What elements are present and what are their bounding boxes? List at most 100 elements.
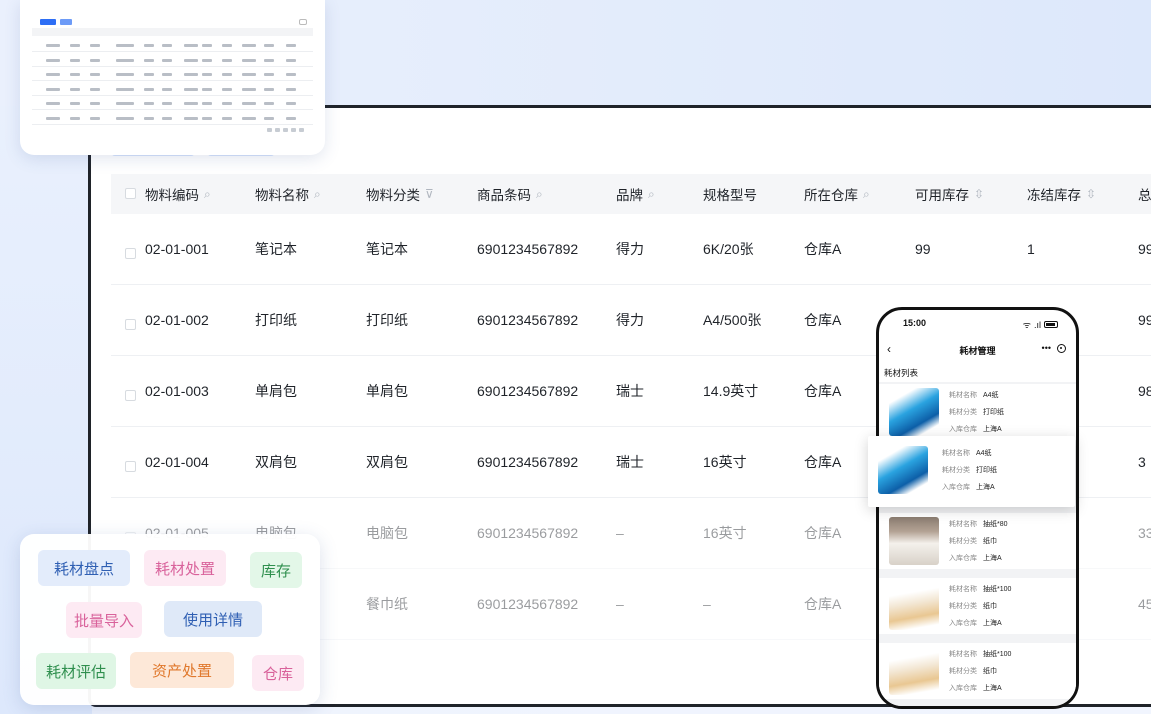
card-field-label: 耗材分类 <box>942 467 970 474</box>
cell-spec: 16英寸 <box>703 525 747 541</box>
cell-name: 打印纸 <box>255 312 297 328</box>
phone-list-title: 耗材列表 <box>884 368 919 378</box>
thumb-cell <box>144 102 154 105</box>
row-checkbox[interactable] <box>125 461 136 472</box>
column-header[interactable]: 物料编码 ⌕ <box>145 174 211 214</box>
battery-icon <box>1044 321 1058 328</box>
thumb-cell <box>286 58 296 62</box>
card-field: 耗材分类 打印纸 <box>949 407 1004 417</box>
thumb-cell <box>70 116 80 120</box>
card-field-value: 上海A <box>983 620 1002 627</box>
column-header[interactable]: 所在仓库 ⌕ <box>804 174 870 214</box>
feature-tag[interactable]: 耗材评估 <box>36 653 116 689</box>
feature-tag[interactable]: 资产处置 <box>130 652 234 688</box>
card-field-value: 纸巾 <box>983 668 997 675</box>
cell-available: 99 <box>915 241 931 257</box>
thumb-cell <box>116 44 134 47</box>
thumb-cell <box>264 73 274 76</box>
filter-icon[interactable]: ⊽ <box>425 187 434 201</box>
feature-tag[interactable]: 使用详情 <box>164 601 262 637</box>
more-icon[interactable]: ••• <box>1042 343 1051 353</box>
select-all-checkbox[interactable] <box>125 188 136 199</box>
column-header[interactable]: 冻结库存 ⇳ <box>1027 174 1096 214</box>
consumable-card[interactable]: 耗材名称 抽纸*80 耗材分类 纸巾 入库仓库 上海A <box>879 513 1076 569</box>
column-header[interactable]: 物料名称 ⌕ <box>255 174 321 214</box>
thumb-cell <box>202 87 212 91</box>
sort-icon[interactable]: ⇳ <box>1086 187 1096 201</box>
thumb-cell <box>222 73 232 76</box>
thumb-button-secondary <box>60 19 72 25</box>
feature-tags-panel: 耗材盘点 耗材处置 库存批量导入 使用详情耗材评估 资产处置 仓库 <box>20 534 320 705</box>
column-header-label: 物料名称 <box>255 188 309 203</box>
column-header[interactable]: 物料分类 ⊽ <box>366 174 434 214</box>
consumable-card[interactable]: 耗材名称 A4纸 耗材分类 打印纸 入库仓库 上海A <box>868 442 1075 500</box>
card-field-value: 纸巾 <box>983 538 997 545</box>
thumb-cell <box>184 44 198 47</box>
consumable-card[interactable]: 耗材名称 A4纸 耗材分类 打印纸 入库仓库 上海A <box>879 384 1076 440</box>
card-field-label: 耗材名称 <box>949 392 977 399</box>
close-target-icon[interactable] <box>1057 343 1066 353</box>
table-preview-thumbnail <box>20 0 325 155</box>
card-field: 耗材分类 打印纸 <box>942 465 997 475</box>
table-row[interactable]: 02-01-001 笔记本 笔记本 6901234567892 得力 6K/20张 仓库A 9… <box>111 214 1151 285</box>
search-icon[interactable]: ⌕ <box>204 187 211 202</box>
feature-tag[interactable]: 仓库 <box>252 655 304 691</box>
card-field-value: 抽纸*80 <box>983 521 1008 528</box>
card-field-label: 耗材分类 <box>949 409 977 416</box>
thumb-cell <box>264 102 274 105</box>
cell-category: 单肩包 <box>366 383 408 399</box>
column-header[interactable]: 品牌 ⌕ <box>616 174 655 214</box>
cell-total: 3 <box>1138 454 1146 470</box>
thumb-cell <box>286 87 296 91</box>
thumb-cell <box>264 44 274 47</box>
column-header[interactable]: 规格型号 <box>703 174 757 214</box>
column-header[interactable]: 可用库存 ⇳ <box>915 174 984 214</box>
feature-tag[interactable]: 库存 <box>250 552 302 588</box>
card-field: 耗材名称 A4纸 <box>942 448 992 458</box>
row-checkbox[interactable] <box>125 248 136 259</box>
card-field: 耗材名称 抽纸*100 <box>949 649 1011 659</box>
search-icon[interactable]: ⌕ <box>648 187 655 202</box>
sort-icon[interactable]: ⇳ <box>974 187 984 201</box>
column-header[interactable]: 商品条码 ⌕ <box>477 174 543 214</box>
card-field: 耗材分类 纸巾 <box>949 666 997 676</box>
feature-tag[interactable]: 耗材盘点 <box>38 550 130 586</box>
thumb-cell <box>90 116 100 120</box>
row-checkbox[interactable] <box>125 390 136 401</box>
cell-barcode: 6901234567892 <box>477 383 579 399</box>
phone-status-bar: 15:00 ᯤ .ıl <box>879 310 1076 340</box>
feature-tag[interactable]: 批量导入 <box>66 602 142 638</box>
cell-name: 双肩包 <box>255 454 297 470</box>
cell-frozen: 1 <box>1027 241 1035 257</box>
card-field: 耗材名称 抽纸*80 <box>949 519 1008 529</box>
thumb-cell <box>46 87 60 91</box>
column-header[interactable]: 总 <box>1138 174 1151 214</box>
card-field-label: 入库仓库 <box>949 685 977 692</box>
consumable-card[interactable]: 耗材名称 抽纸*100 耗材分类 纸巾 入库仓库 上海A <box>879 643 1076 699</box>
consumable-card[interactable]: 耗材名称 抽纸*100 耗材分类 纸巾 入库仓库 上海A <box>879 578 1076 634</box>
table-header: 物料编码 ⌕ 物料名称 ⌕ 物料分类 ⊽ 商品条码 ⌕ 品牌 ⌕ 规格型号 所在仓库 ⌕ 可用库存 ⇳ 冻结库… <box>111 174 1151 214</box>
card-field: 入库仓库 上海A <box>949 683 1002 693</box>
thumb-cell <box>162 44 172 47</box>
thumb-cell <box>144 116 154 120</box>
search-icon[interactable]: ⌕ <box>314 187 321 202</box>
search-icon[interactable]: ⌕ <box>863 187 870 202</box>
card-field: 耗材名称 抽纸*100 <box>949 584 1011 594</box>
feature-tag[interactable]: 耗材处置 <box>144 550 226 586</box>
thumb-cell <box>46 73 60 76</box>
thumb-cell <box>286 102 296 105</box>
highlighted-list-card[interactable]: 耗材名称 A4纸 耗材分类 打印纸 入库仓库 上海A <box>868 436 1075 507</box>
card-field-value: A4纸 <box>976 450 992 457</box>
thumb-cell <box>242 58 256 62</box>
search-icon[interactable]: ⌕ <box>536 187 543 202</box>
column-header-label: 所在仓库 <box>804 188 858 203</box>
cell-brand: 瑞士 <box>616 454 644 470</box>
thumb-cell <box>90 58 100 62</box>
row-checkbox[interactable] <box>125 319 136 330</box>
cell-category: 打印纸 <box>366 312 408 328</box>
card-field-label: 耗材名称 <box>949 586 977 593</box>
cell-name: 笔记本 <box>255 241 297 257</box>
column-header-label: 商品条码 <box>477 188 531 203</box>
thumb-cell <box>242 116 256 120</box>
cell-category: 餐巾纸 <box>366 596 408 612</box>
